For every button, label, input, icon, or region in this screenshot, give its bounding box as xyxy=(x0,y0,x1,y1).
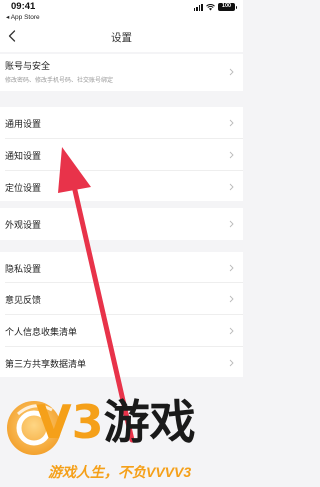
chevron-right-icon xyxy=(229,151,234,159)
settings-item-label: 外观设置 xyxy=(5,220,42,230)
settings-item-label: 通用设置 xyxy=(5,119,42,129)
settings-item-location[interactable]: 定位设置 xyxy=(0,171,243,201)
settings-item-label: 账号与安全 xyxy=(5,61,51,71)
settings-item-label: 定位设置 xyxy=(5,183,42,193)
wifi-icon xyxy=(206,3,215,10)
chevron-right-icon xyxy=(229,68,234,76)
watermark-title: V3游戏 xyxy=(36,399,196,445)
settings-item-label: 意见反馈 xyxy=(5,295,42,305)
settings-item-subtitle: 修改密码、修改手机号码、社交账号绑定 xyxy=(5,78,114,84)
chevron-right-icon xyxy=(229,220,234,228)
status-icons: 100 xyxy=(193,3,237,11)
settings-group-privacy: 隐私设置 意见反馈 个人信息收集清单 第三方共享数据清单 xyxy=(0,252,243,377)
watermark-slogan: 游戏人生，不负VVVV3 xyxy=(48,464,192,480)
settings-group-general: 通用设置 通知设置 定位设置 xyxy=(0,107,243,201)
page-title: 设置 xyxy=(111,32,132,44)
settings-item-appearance[interactable]: 外观设置 xyxy=(0,208,243,240)
chevron-right-icon xyxy=(229,183,234,191)
status-bar: 09:41 ◂ App Store 100 xyxy=(0,0,243,22)
back-to-app-store-link[interactable]: ◂ App Store xyxy=(6,13,40,21)
settings-item-third-party-data-list[interactable]: 第三方共享数据清单 xyxy=(0,347,243,377)
battery-icon: 100 xyxy=(218,3,237,11)
signal-icon xyxy=(193,3,203,11)
settings-item-personal-info-list[interactable]: 个人信息收集清单 xyxy=(0,315,243,346)
status-time: 09:41 xyxy=(11,1,36,12)
watermark-name: 游戏 xyxy=(103,396,196,448)
nav-bar: 设置 xyxy=(0,22,243,52)
watermark-brand: V3 xyxy=(36,395,104,449)
settings-item-general[interactable]: 通用设置 xyxy=(0,107,243,138)
settings-item-label: 隐私设置 xyxy=(5,264,42,274)
chevron-right-icon xyxy=(229,327,234,335)
battery-level: 100 xyxy=(221,3,232,10)
chevron-right-icon xyxy=(229,359,234,367)
settings-item-feedback[interactable]: 意见反馈 xyxy=(0,283,243,314)
settings-item-notifications[interactable]: 通知设置 xyxy=(0,139,243,170)
settings-item-label: 通知设置 xyxy=(5,151,42,161)
settings-item-label: 个人信息收集清单 xyxy=(5,327,78,337)
chevron-right-icon xyxy=(229,295,234,303)
chevron-right-icon xyxy=(229,119,234,127)
settings-item-account-security[interactable]: 账号与安全 修改密码、修改手机号码、社交账号绑定 xyxy=(0,54,243,91)
chevron-right-icon xyxy=(229,264,234,272)
settings-item-privacy[interactable]: 隐私设置 xyxy=(0,252,243,282)
settings-item-label: 第三方共享数据清单 xyxy=(5,359,87,369)
